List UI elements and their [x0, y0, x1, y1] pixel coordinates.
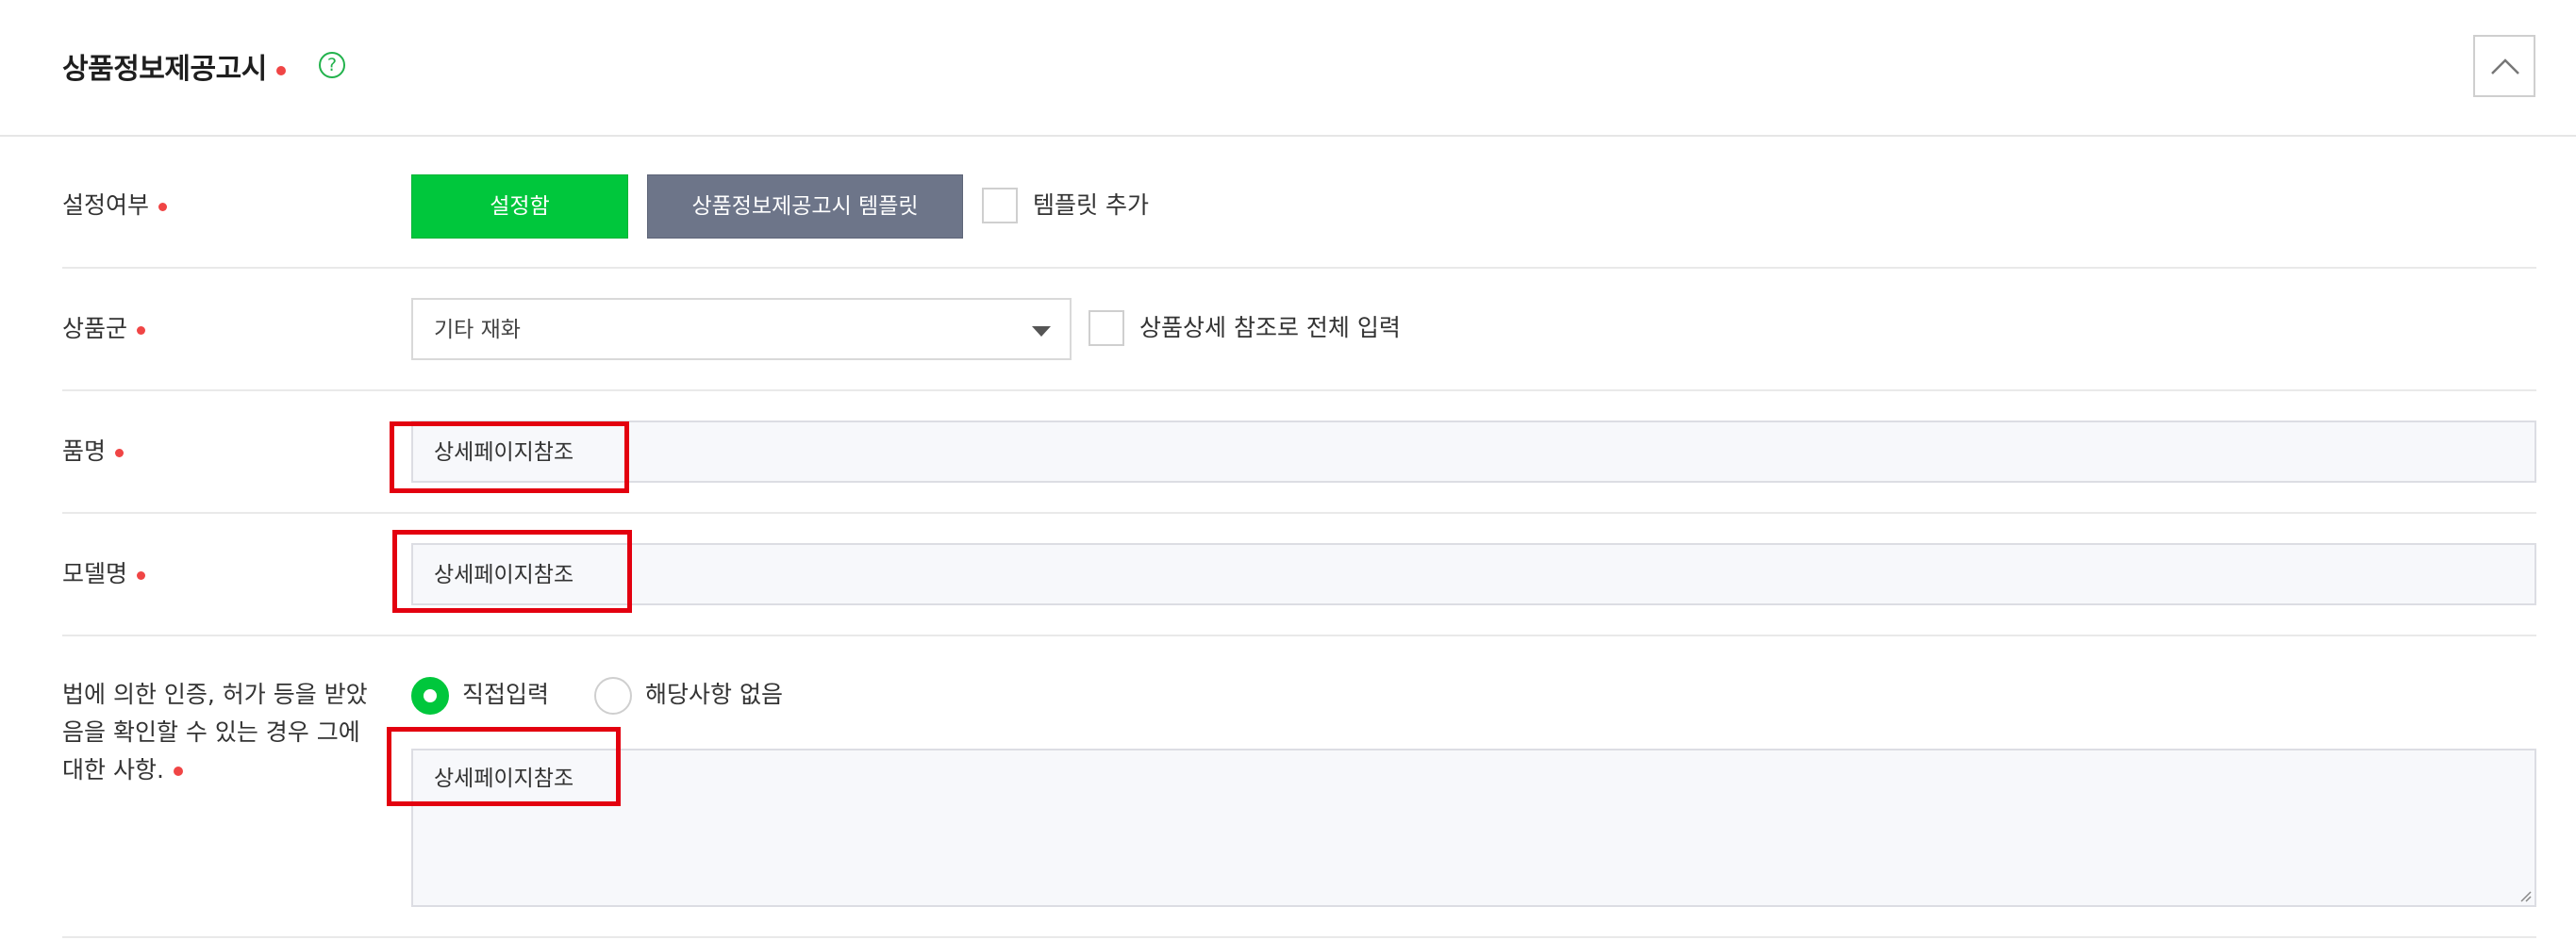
required-dot: [275, 65, 286, 75]
set-button[interactable]: 설정함: [411, 174, 628, 239]
radio-direct-input[interactable]: [411, 677, 449, 715]
certification-label-line: 법에 의한 인증, 허가 등을 받았: [62, 681, 368, 708]
collapse-button[interactable]: [2473, 35, 2535, 97]
required-dot: [115, 448, 125, 457]
template-button[interactable]: 상품정보제공고시 템플릿: [647, 174, 963, 239]
detail-ref-checkbox[interactable]: [1089, 310, 1124, 346]
product-info-notice-section: 상품정보제공고시 ? 설정여부 설정함 상품정보제공고시 템플릿 템플릿 추가 …: [0, 0, 2576, 940]
detail-ref-label: 상품상세 참조로 전체 입력: [1139, 314, 1401, 341]
model-name-input[interactable]: 상세페이지참조: [411, 543, 2536, 605]
certification-label-line: 대한 사항.: [62, 751, 411, 789]
chevron-up-icon: [2491, 58, 2519, 74]
item-name-input[interactable]: 상세페이지참조: [411, 421, 2536, 483]
setting-label-text: 설정여부: [62, 191, 150, 219]
required-dot: [137, 570, 146, 580]
row-divider: [62, 512, 2536, 514]
resize-handle-icon[interactable]: [2518, 889, 2532, 902]
product-group-selected: 기타 재화: [434, 318, 521, 342]
section-title-text: 상품정보제공고시: [62, 53, 267, 86]
product-group-label-text: 상품군: [62, 315, 128, 342]
section-header: 상품정보제공고시 ?: [0, 0, 2576, 137]
model-name-label-text: 모델명: [62, 560, 128, 587]
item-name-label: 품명: [62, 433, 125, 470]
certification-value: 상세페이지참조: [434, 767, 574, 791]
row-divider: [62, 936, 2536, 938]
add-template-label: 템플릿 추가: [1033, 191, 1149, 219]
row-divider: [62, 267, 2536, 269]
radio-direct-input-label: 직접입력: [462, 681, 550, 708]
product-group-label: 상품군: [62, 310, 146, 348]
certification-label-line-text: 대한 사항.: [62, 756, 164, 783]
required-dot: [158, 202, 168, 211]
item-name-value: 상세페이지참조: [434, 440, 574, 465]
certification-label: 법에 의한 인증, 허가 등을 받았 음을 확인할 수 있는 경우 그에 대한 …: [62, 676, 411, 789]
radio-not-applicable[interactable]: [594, 677, 632, 715]
certification-textarea[interactable]: 상세페이지참조: [411, 749, 2536, 907]
radio-not-applicable-label: 해당사항 없음: [645, 681, 783, 708]
required-dot: [173, 767, 183, 776]
item-name-label-text: 품명: [62, 437, 107, 465]
section-title: 상품정보제공고시: [62, 45, 286, 87]
model-name-label: 모델명: [62, 555, 146, 593]
add-template-checkbox[interactable]: [982, 188, 1018, 223]
row-divider: [62, 389, 2536, 391]
product-group-select[interactable]: 기타 재화: [411, 298, 1072, 360]
certification-label-line: 음을 확인할 수 있는 경우 그에: [62, 718, 360, 746]
model-name-value: 상세페이지참조: [434, 563, 574, 587]
required-dot: [137, 325, 146, 335]
setting-label: 설정여부: [62, 187, 168, 224]
row-divider: [62, 635, 2536, 636]
help-icon[interactable]: ?: [319, 52, 345, 78]
dropdown-arrow-icon: [1032, 326, 1051, 337]
